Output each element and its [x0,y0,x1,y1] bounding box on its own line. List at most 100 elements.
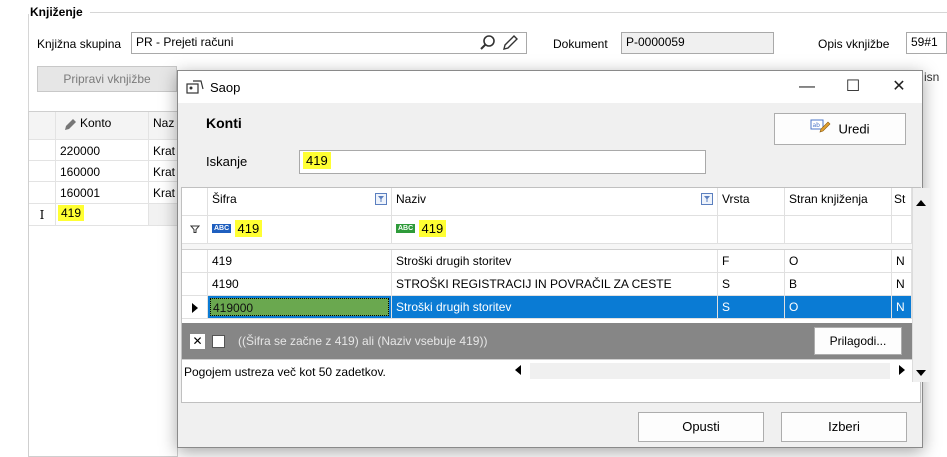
column-header-naziv[interactable]: Naziv [392,188,718,216]
row-indicator[interactable] [29,182,56,204]
table-cell[interactable]: Krat [149,140,179,161]
filter-icon[interactable] [701,193,713,208]
dialog-titlebar[interactable]: Saop — ☐ ✕ [178,71,922,103]
group-title: Knjiženje [30,5,83,19]
filter-enabled-checkbox[interactable] [212,335,225,348]
current-row-indicator[interactable] [182,296,208,319]
row-indicator[interactable] [182,273,208,296]
pripravi-vknjizbe-button[interactable]: Pripravi vknjižbe [37,66,177,92]
table-cell[interactable]: Krat [149,182,179,204]
table-cell[interactable]: STROŠKI REGISTRACIJ IN POVRAČIL ZA CESTE [392,273,718,296]
opis-vknjizbe-value: 59#1 [911,35,938,49]
naziv-header-label: Naziv [396,192,427,206]
uredi-label: Uredi [838,121,870,137]
row-indicator[interactable] [29,140,56,161]
clear-filter-icon[interactable]: ✕ [190,334,205,349]
konto-edit-value: 419 [58,205,85,221]
iskanje-input[interactable]: 419 [299,150,706,174]
search-icon[interactable] [478,33,498,53]
konti-dialog: Saop — ☐ ✕ Konti ab Uredi Iskanje 419 Ši… [177,70,930,448]
selected-sifra-value: 419000 [210,298,389,316]
vrsta-filter-cell[interactable] [718,216,785,244]
sifra-filter-cell[interactable]: ABC 419 [208,216,392,244]
grid-corner [182,188,208,216]
table-cell[interactable]: Stroški drugih storitev [392,250,718,273]
iskanje-value: 419 [303,152,331,169]
prilagodi-button[interactable]: Prilagodi... [814,327,902,355]
table-cell[interactable]: N [892,250,912,273]
app-icon [186,79,204,98]
filter-expression[interactable]: ((Šifra se začne z 419) ali (Naziv vsebu… [238,334,487,348]
dialog-title: Saop [210,80,241,95]
konto-header-label: Konto [80,116,112,130]
table-cell[interactable]: 160001 [56,182,149,204]
column-header-sifra[interactable]: Šifra [208,188,392,216]
scroll-left-icon[interactable] [510,364,526,380]
selected-cell[interactable]: 419000 [208,296,392,319]
status-bar: Pogojem ustreza več kot 50 zadetkov. [182,359,912,382]
table-cell[interactable]: B [785,273,892,296]
table-cell[interactable]: N [892,273,912,296]
table-cell[interactable]: N [892,296,912,319]
minimize-button[interactable]: — [784,71,830,103]
maximize-button[interactable]: ☐ [830,71,876,103]
table-cell[interactable]: 160000 [56,161,149,182]
uredi-button[interactable]: ab Uredi [774,113,906,145]
scroll-right-icon[interactable] [894,364,910,380]
scroll-down-icon[interactable] [916,366,926,380]
grid-corner [29,112,56,140]
row-indicator[interactable] [182,250,208,273]
knjizna-skupina-value: PR - Prejeti računi [136,35,234,49]
st-filter-cell[interactable] [892,216,912,244]
table-cell[interactable]: S [718,273,785,296]
contains-icon: ABC [396,224,416,234]
pencil-icon[interactable] [500,33,520,53]
group-divider [90,12,947,13]
starts-with-icon: ABC [212,224,232,234]
naziv-filter-value: 419 [418,220,447,238]
clipped-label: isn [924,70,940,84]
pencil-icon [64,118,77,134]
naziv-filter-cell[interactable]: ABC 419 [392,216,718,244]
konti-grid[interactable]: Šifra Naziv Vrsta Stran knjiženja St ABC… [181,187,930,403]
row-indicator[interactable] [29,161,56,182]
table-cell[interactable]: O [785,296,892,319]
column-header-stran[interactable]: Stran knjiženja [785,188,892,216]
table-cell[interactable]: F [718,250,785,273]
dokument-field: P-0000059 [621,32,774,54]
knjizna-skupina-label: Knjižna skupina [37,37,122,51]
vknjizbe-grid[interactable]: Konto Naz 220000 Krat 160000 Krat 160001… [28,111,179,457]
filter-icon[interactable] [375,193,387,208]
table-cell[interactable]: S [718,296,785,319]
column-header-vrsta[interactable]: Vrsta [718,188,785,216]
opis-vknjizbe-field[interactable]: 59#1 [906,32,947,54]
opusti-button[interactable]: Opusti [638,412,764,442]
izberi-button[interactable]: Izberi [781,412,907,442]
table-cell[interactable]: 220000 [56,140,149,161]
stran-filter-cell[interactable] [785,216,892,244]
edit-icon: ab [810,115,832,145]
sifra-header-label: Šifra [212,192,237,206]
grid-header-konto[interactable]: Konto [56,112,149,140]
table-cell[interactable]: 4190 [208,273,392,296]
column-header-st[interactable]: St [892,188,912,216]
scroll-up-icon[interactable] [916,196,926,210]
grid-header-naziv[interactable]: Naz [149,112,179,140]
konto-edit-cell[interactable]: 419 [56,204,149,226]
close-button[interactable]: ✕ [876,71,922,103]
dokument-value: P-0000059 [626,35,685,49]
dokument-label: Dokument [553,37,608,51]
svg-text:ab: ab [813,122,821,129]
vertical-scrollbar[interactable] [912,188,930,382]
iskanje-label: Iskanje [206,154,248,169]
opis-vknjizbe-label: Opis vknjižbe [818,37,890,51]
knjizna-skupina-field[interactable]: PR - Prejeti računi [131,32,527,54]
filter-row-icon [182,216,208,244]
sifra-filter-value: 419 [234,220,263,238]
table-cell [149,204,179,226]
table-cell[interactable]: Krat [149,161,179,182]
table-cell[interactable]: O [785,250,892,273]
table-cell[interactable]: Stroški drugih storitev [392,296,718,319]
horizontal-scrollbar[interactable] [530,363,890,379]
table-cell[interactable]: 419 [208,250,392,273]
